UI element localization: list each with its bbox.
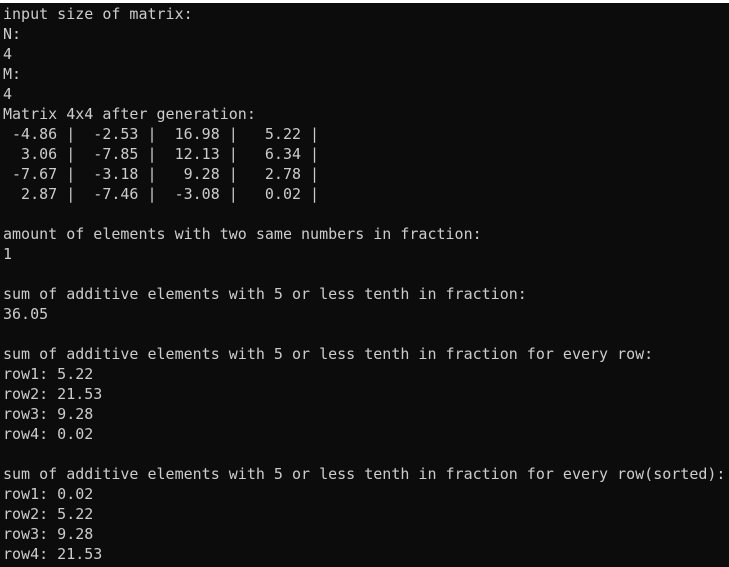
console-line-sum-value: 36.05 — [3, 305, 49, 323]
console-line-prompt-size: input size of matrix: — [3, 5, 193, 23]
console-output-area[interactable]: input size of matrix: N: 4 M: 4 Matrix 4… — [0, 3, 729, 567]
row-sum-line: row2: 21.53 — [3, 385, 103, 403]
matrix-row: -4.86 | -2.53 | 16.98 | 5.22 | — [3, 125, 320, 143]
console-line-m-value: 4 — [3, 85, 13, 103]
console-line-m-label: M: — [3, 65, 22, 83]
sorted-row-sum-line: row2: 5.22 — [3, 505, 94, 523]
matrix-row: 2.87 | -7.46 | -3.08 | 0.02 | — [3, 185, 320, 203]
row-sum-line: row4: 0.02 — [3, 425, 94, 443]
console-line-n-value: 4 — [3, 45, 13, 63]
console-line-n-label: N: — [3, 25, 22, 43]
console-lines: input size of matrix: N: 4 M: 4 Matrix 4… — [0, 3, 729, 564]
matrix-row: -7.67 | -3.18 | 9.28 | 2.78 | — [3, 165, 320, 183]
console-line-amount-heading: amount of elements with two same numbers… — [3, 225, 482, 243]
console-line-sum-heading: sum of additive elements with 5 or less … — [3, 285, 527, 303]
sorted-row-sum-line: row3: 9.28 — [3, 525, 94, 543]
console-line-matrix-heading: Matrix 4x4 after generation: — [3, 105, 256, 123]
console-line-row-sum-heading: sum of additive elements with 5 or less … — [3, 345, 654, 363]
console-line-sorted-heading: sum of additive elements with 5 or less … — [3, 465, 726, 483]
row-sum-line: row3: 9.28 — [3, 405, 94, 423]
matrix-row: 3.06 | -7.85 | 12.13 | 6.34 | — [3, 145, 320, 163]
console-line-amount-value: 1 — [3, 245, 13, 263]
sorted-row-sum-line: row4: 21.53 — [3, 545, 103, 563]
sorted-row-sum-line: row1: 0.02 — [3, 485, 94, 503]
row-sum-line: row1: 5.22 — [3, 365, 94, 383]
